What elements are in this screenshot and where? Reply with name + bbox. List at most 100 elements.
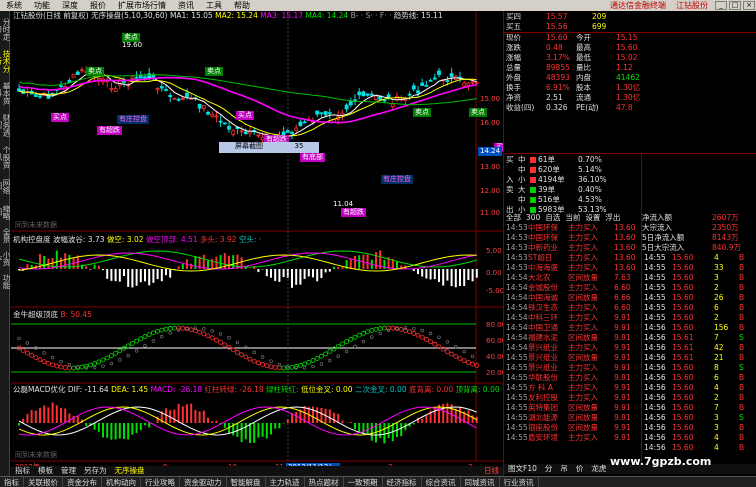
right-bottom-tab[interactable]: 吊 [560, 464, 568, 473]
alert-row[interactable]: 14:53 中国环保 主力买入 13.60 [506, 223, 641, 233]
panel4-dea: DEA: 1.45 [111, 385, 149, 394]
oscillator-dot-2 [370, 335, 374, 339]
bottom-tab[interactable]: 关联报价 [24, 477, 63, 487]
oscillator-dot [323, 351, 329, 357]
close-icon[interactable]: × [743, 1, 755, 10]
candle-body [315, 110, 320, 115]
minimize-icon[interactable]: _ [715, 1, 727, 10]
alert-row[interactable]: 14:54 景兴纸业 主力买入 9.91 [506, 343, 641, 353]
oscillator-dot [444, 349, 450, 355]
alert-row[interactable]: 14:55 银座股份 区间放量 9.91 [506, 423, 641, 433]
alert-row[interactable]: 14:53 中国环保 主力买入 13.60 [506, 233, 641, 243]
alert-row[interactable]: 14:55 湖北能源 区间放量 9.91 [506, 413, 641, 423]
oscillator-dot-2 [252, 350, 256, 355]
menu-item-help[interactable]: 帮助 [228, 0, 256, 11]
alert-row[interactable]: 14:55 景兴纸业 区间放量 9.91 [506, 353, 641, 363]
bottom-tab[interactable]: 资金驱动力 [180, 477, 227, 487]
chart-area[interactable]: 江钻股份(日线 前复权) 无序操盘(5,10,30,60) MA1: 15.05… [11, 11, 503, 476]
alert-row[interactable]: 14:54 大北农 区间放量 7.63 [506, 273, 641, 283]
menu-item-depth[interactable]: 深度 [56, 0, 84, 11]
bottom-tab[interactable]: 综合资讯 [422, 477, 461, 487]
rebound-badge: 有超跌 [97, 126, 122, 135]
right-bottom-tab[interactable]: 图文F10 [508, 464, 537, 473]
left-tab-thumbnail[interactable]: 缩略图 [0, 201, 11, 223]
list-tab[interactable]: 浮出 [605, 213, 620, 222]
oscillator-dot-2 [470, 354, 475, 359]
tab-active-indicator[interactable]: 无序操盘 [111, 466, 149, 476]
alert-row[interactable]: 14:55 友利控股 主力买入 9.91 [506, 393, 641, 403]
alert-row[interactable]: 14:54 福建水泥 区间放量 9.91 [506, 333, 641, 343]
tab-indicator[interactable]: 指标 [11, 466, 34, 476]
bottom-tab[interactable]: 行业资讯 [500, 477, 539, 487]
candle-body [348, 101, 353, 106]
left-tab-profile[interactable]: 基本资料 [0, 79, 11, 107]
oscillator-dot [428, 339, 434, 345]
alert-row[interactable]: 14:53 中新药业 主力买入 13.60 [506, 243, 641, 253]
tab-save-as[interactable]: 另存为 [80, 466, 111, 476]
candle-body [59, 85, 63, 88]
alert-row[interactable]: 14:54 中国海诚 区间放量 6.66 [506, 293, 641, 303]
menu-item-function[interactable]: 功能 [28, 0, 56, 11]
left-tab-smallcap[interactable]: 小资本 [0, 247, 11, 269]
tab-manage[interactable]: 管理 [57, 466, 80, 476]
alert-row[interactable]: 14:53 ST超日 主力买入 13.60 [506, 253, 641, 263]
maximize-icon[interactable]: □ [729, 1, 741, 10]
oscillator-dot-2 [361, 339, 366, 344]
alert-row[interactable]: 14:54 铁汉生态 主力买入 6.60 [506, 303, 641, 313]
alert-row[interactable]: 14:55 华联股份 主力买入 9.91 [506, 373, 641, 383]
bottom-tab[interactable]: 资金分布 [63, 477, 102, 487]
alert-row[interactable]: 14:54 中科三环 主力买入 9.91 [506, 313, 641, 323]
alert-row[interactable]: 14:54 中国卫通 主力买入 9.91 [506, 323, 641, 333]
oscillator-dot-2 [311, 364, 315, 369]
menu-item-tools[interactable]: 工具 [200, 0, 228, 11]
alert-row[interactable]: 14:53 中海海盛 主力买入 13.60 [506, 263, 641, 273]
left-tab-panorama[interactable]: 全景 [0, 227, 11, 243]
list-tab[interactable]: 自选 [545, 213, 560, 222]
left-tab-technical[interactable]: 技术分析 [0, 47, 11, 75]
right-bottom-tab[interactable]: 分 [545, 464, 553, 473]
candle-body [75, 71, 80, 75]
left-tab-intraday[interactable]: 分时走势 [0, 15, 11, 43]
menu-item-news[interactable]: 资讯 [172, 0, 200, 11]
period-label[interactable]: 日线 [480, 466, 503, 476]
candle-body [243, 131, 248, 135]
left-tab-finance[interactable]: 财务透视 [0, 111, 11, 139]
bottom-tab[interactable]: 经济指标 [383, 477, 422, 487]
list-tab[interactable]: 设置 [585, 213, 600, 222]
alert-time: 14:54 [506, 293, 528, 302]
tick-price: 15.60 [672, 403, 694, 412]
candle-body [302, 121, 307, 124]
alert-row[interactable]: 14:54 金城股份 主力买入 6.60 [506, 283, 641, 293]
menu-item-extended[interactable]: 扩展市场行情 [112, 0, 172, 11]
left-tab-function[interactable]: 功能 [0, 273, 11, 289]
list-tab[interactable]: 全部 [506, 213, 521, 222]
tab-template[interactable]: 模板 [34, 466, 57, 476]
bottom-tab[interactable]: 同城资讯 [461, 477, 500, 487]
bottom-tab[interactable]: 主力轨迹 [266, 477, 305, 487]
oscillator-dot [264, 363, 270, 369]
bottom-tab[interactable]: 行业攻略 [141, 477, 180, 487]
left-tab-news[interactable]: 个股资讯 [0, 143, 11, 171]
left-tab-network[interactable]: 网络图 [0, 175, 11, 197]
menu-item-quote[interactable]: 报价 [84, 0, 112, 11]
right-bottom-tab[interactable]: 价 [576, 464, 584, 473]
bottom-tab[interactable]: 热点题材 [305, 477, 344, 487]
bottom-tab[interactable]: 一致预期 [344, 477, 383, 487]
oscillator-dot-2 [353, 344, 357, 349]
oscillator-dot [381, 325, 387, 331]
bottom-tab[interactable]: 指标 [0, 477, 24, 487]
tick-time: 14:55 [644, 303, 666, 312]
oscillator-dot [92, 361, 97, 366]
alert-row[interactable]: 14:55 方 科 A 主力买入 9.91 [506, 383, 641, 393]
list-tab[interactable]: 当前 [565, 213, 580, 222]
bottom-tab[interactable]: 机构动向 [102, 477, 141, 487]
menu-item-system[interactable]: 系统 [0, 0, 28, 11]
oscillator-dot [163, 326, 169, 332]
bottom-tab[interactable]: 智能解盘 [227, 477, 266, 487]
alert-row[interactable]: 14:55 英特集团 区间放量 9.91 [506, 403, 641, 413]
alert-row[interactable]: 14:55 景兴纸业 主力买入 9.91 [506, 363, 641, 373]
alert-row[interactable]: 14:55 盾安环境 主力买入 9.91 [506, 433, 641, 443]
right-bottom-tab[interactable]: 龙虎 [591, 464, 606, 473]
oscillator-dot [449, 351, 455, 357]
list-tab[interactable]: 300 [526, 213, 540, 222]
